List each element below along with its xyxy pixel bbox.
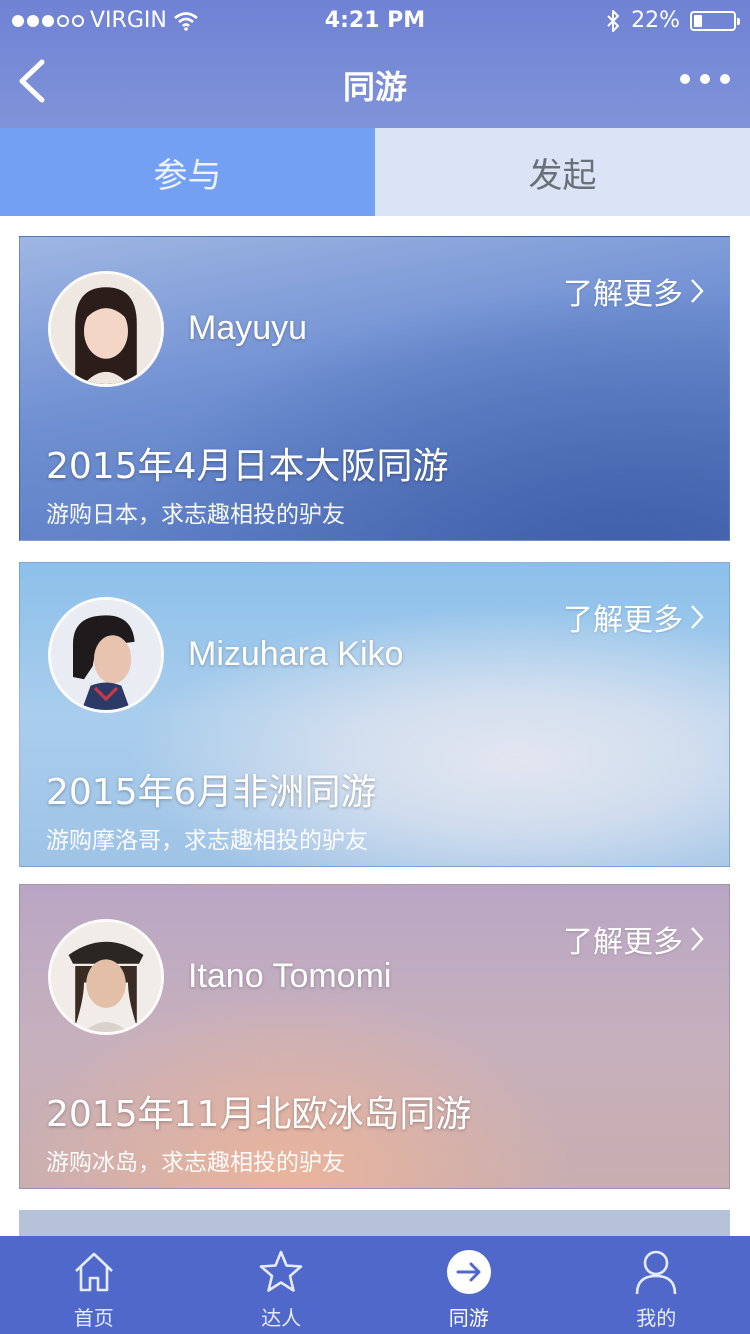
avatar xyxy=(48,271,164,387)
trip-description: 游购冰岛，求志趣相投的驴友 xyxy=(46,1150,345,1176)
user-name: Mayuyu xyxy=(188,309,308,347)
tabbar-label: 首页 xyxy=(73,1306,114,1330)
chevron-right-icon xyxy=(691,927,704,951)
trip-description: 游购摩洛哥，求志趣相投的驴友 xyxy=(46,828,368,854)
learn-more-label: 了解更多 xyxy=(563,925,683,960)
learn-more-label: 了解更多 xyxy=(563,603,683,638)
battery-icon xyxy=(690,10,740,31)
home-icon xyxy=(68,1246,120,1298)
learn-more-label: 了解更多 xyxy=(563,277,683,312)
tab-initiate[interactable]: 发起 xyxy=(375,128,750,216)
tabbar-item-travel[interactable]: 同游 xyxy=(375,1236,563,1334)
user-name: Mizuhara Kiko xyxy=(188,635,404,673)
tabbar-label: 达人 xyxy=(261,1306,302,1330)
avatar xyxy=(48,919,164,1035)
more-options-button[interactable] xyxy=(680,74,730,84)
trip-title: 2015年4月日本大阪同游 xyxy=(46,446,449,487)
segment-tabs: 参与 发起 xyxy=(0,128,750,216)
chevron-right-icon xyxy=(691,605,704,629)
status-right: 22% xyxy=(605,8,740,33)
trip-title: 2015年6月非洲同游 xyxy=(46,772,377,813)
star-icon xyxy=(255,1246,307,1298)
trip-description: 游购日本，求志趣相投的驴友 xyxy=(46,502,345,528)
tabbar-label: 同游 xyxy=(448,1306,489,1330)
bottom-tab-bar: 首页 达人 同游 我的 xyxy=(0,1236,750,1334)
person-icon xyxy=(630,1246,682,1298)
tabbar-label: 我的 xyxy=(636,1306,677,1330)
chevron-right-icon xyxy=(691,279,704,303)
tabbar-item-home[interactable]: 首页 xyxy=(0,1236,188,1334)
header: VIRGIN 4:21 PM 22% 同游 xyxy=(0,0,750,128)
learn-more-link[interactable]: 了解更多 xyxy=(563,595,705,639)
learn-more-link[interactable]: 了解更多 xyxy=(563,917,705,961)
arrow-right-circle-icon xyxy=(443,1246,495,1298)
user-name: Itano Tomomi xyxy=(188,957,392,995)
portrait-image xyxy=(51,274,161,384)
tabbar-item-mine[interactable]: 我的 xyxy=(563,1236,750,1334)
trip-card[interactable]: Mayuyu 了解更多 2015年4月日本大阪同游 游购日本，求志趣相投的驴友 xyxy=(19,236,730,541)
trip-card[interactable]: Itano Tomomi 了解更多 2015年11月北欧冰岛同游 游购冰岛，求志… xyxy=(19,884,730,1189)
tab-participate[interactable]: 参与 xyxy=(0,128,375,216)
tabbar-item-experts[interactable]: 达人 xyxy=(188,1236,376,1334)
ellipsis-icon xyxy=(680,74,690,84)
status-bar: VIRGIN 4:21 PM 22% xyxy=(0,0,750,40)
learn-more-link[interactable]: 了解更多 xyxy=(563,269,705,313)
trip-card[interactable]: Mizuhara Kiko 了解更多 2015年6月非洲同游 游购摩洛哥，求志趣… xyxy=(19,562,730,867)
avatar xyxy=(48,597,164,713)
trip-title: 2015年11月北欧冰岛同游 xyxy=(46,1094,472,1135)
navigation-bar: 同游 xyxy=(0,40,750,128)
battery-percent: 22% xyxy=(631,8,680,33)
bluetooth-icon xyxy=(607,9,620,32)
page-title: 同游 xyxy=(342,68,407,106)
portrait-image xyxy=(51,922,161,1032)
portrait-image xyxy=(51,600,161,710)
